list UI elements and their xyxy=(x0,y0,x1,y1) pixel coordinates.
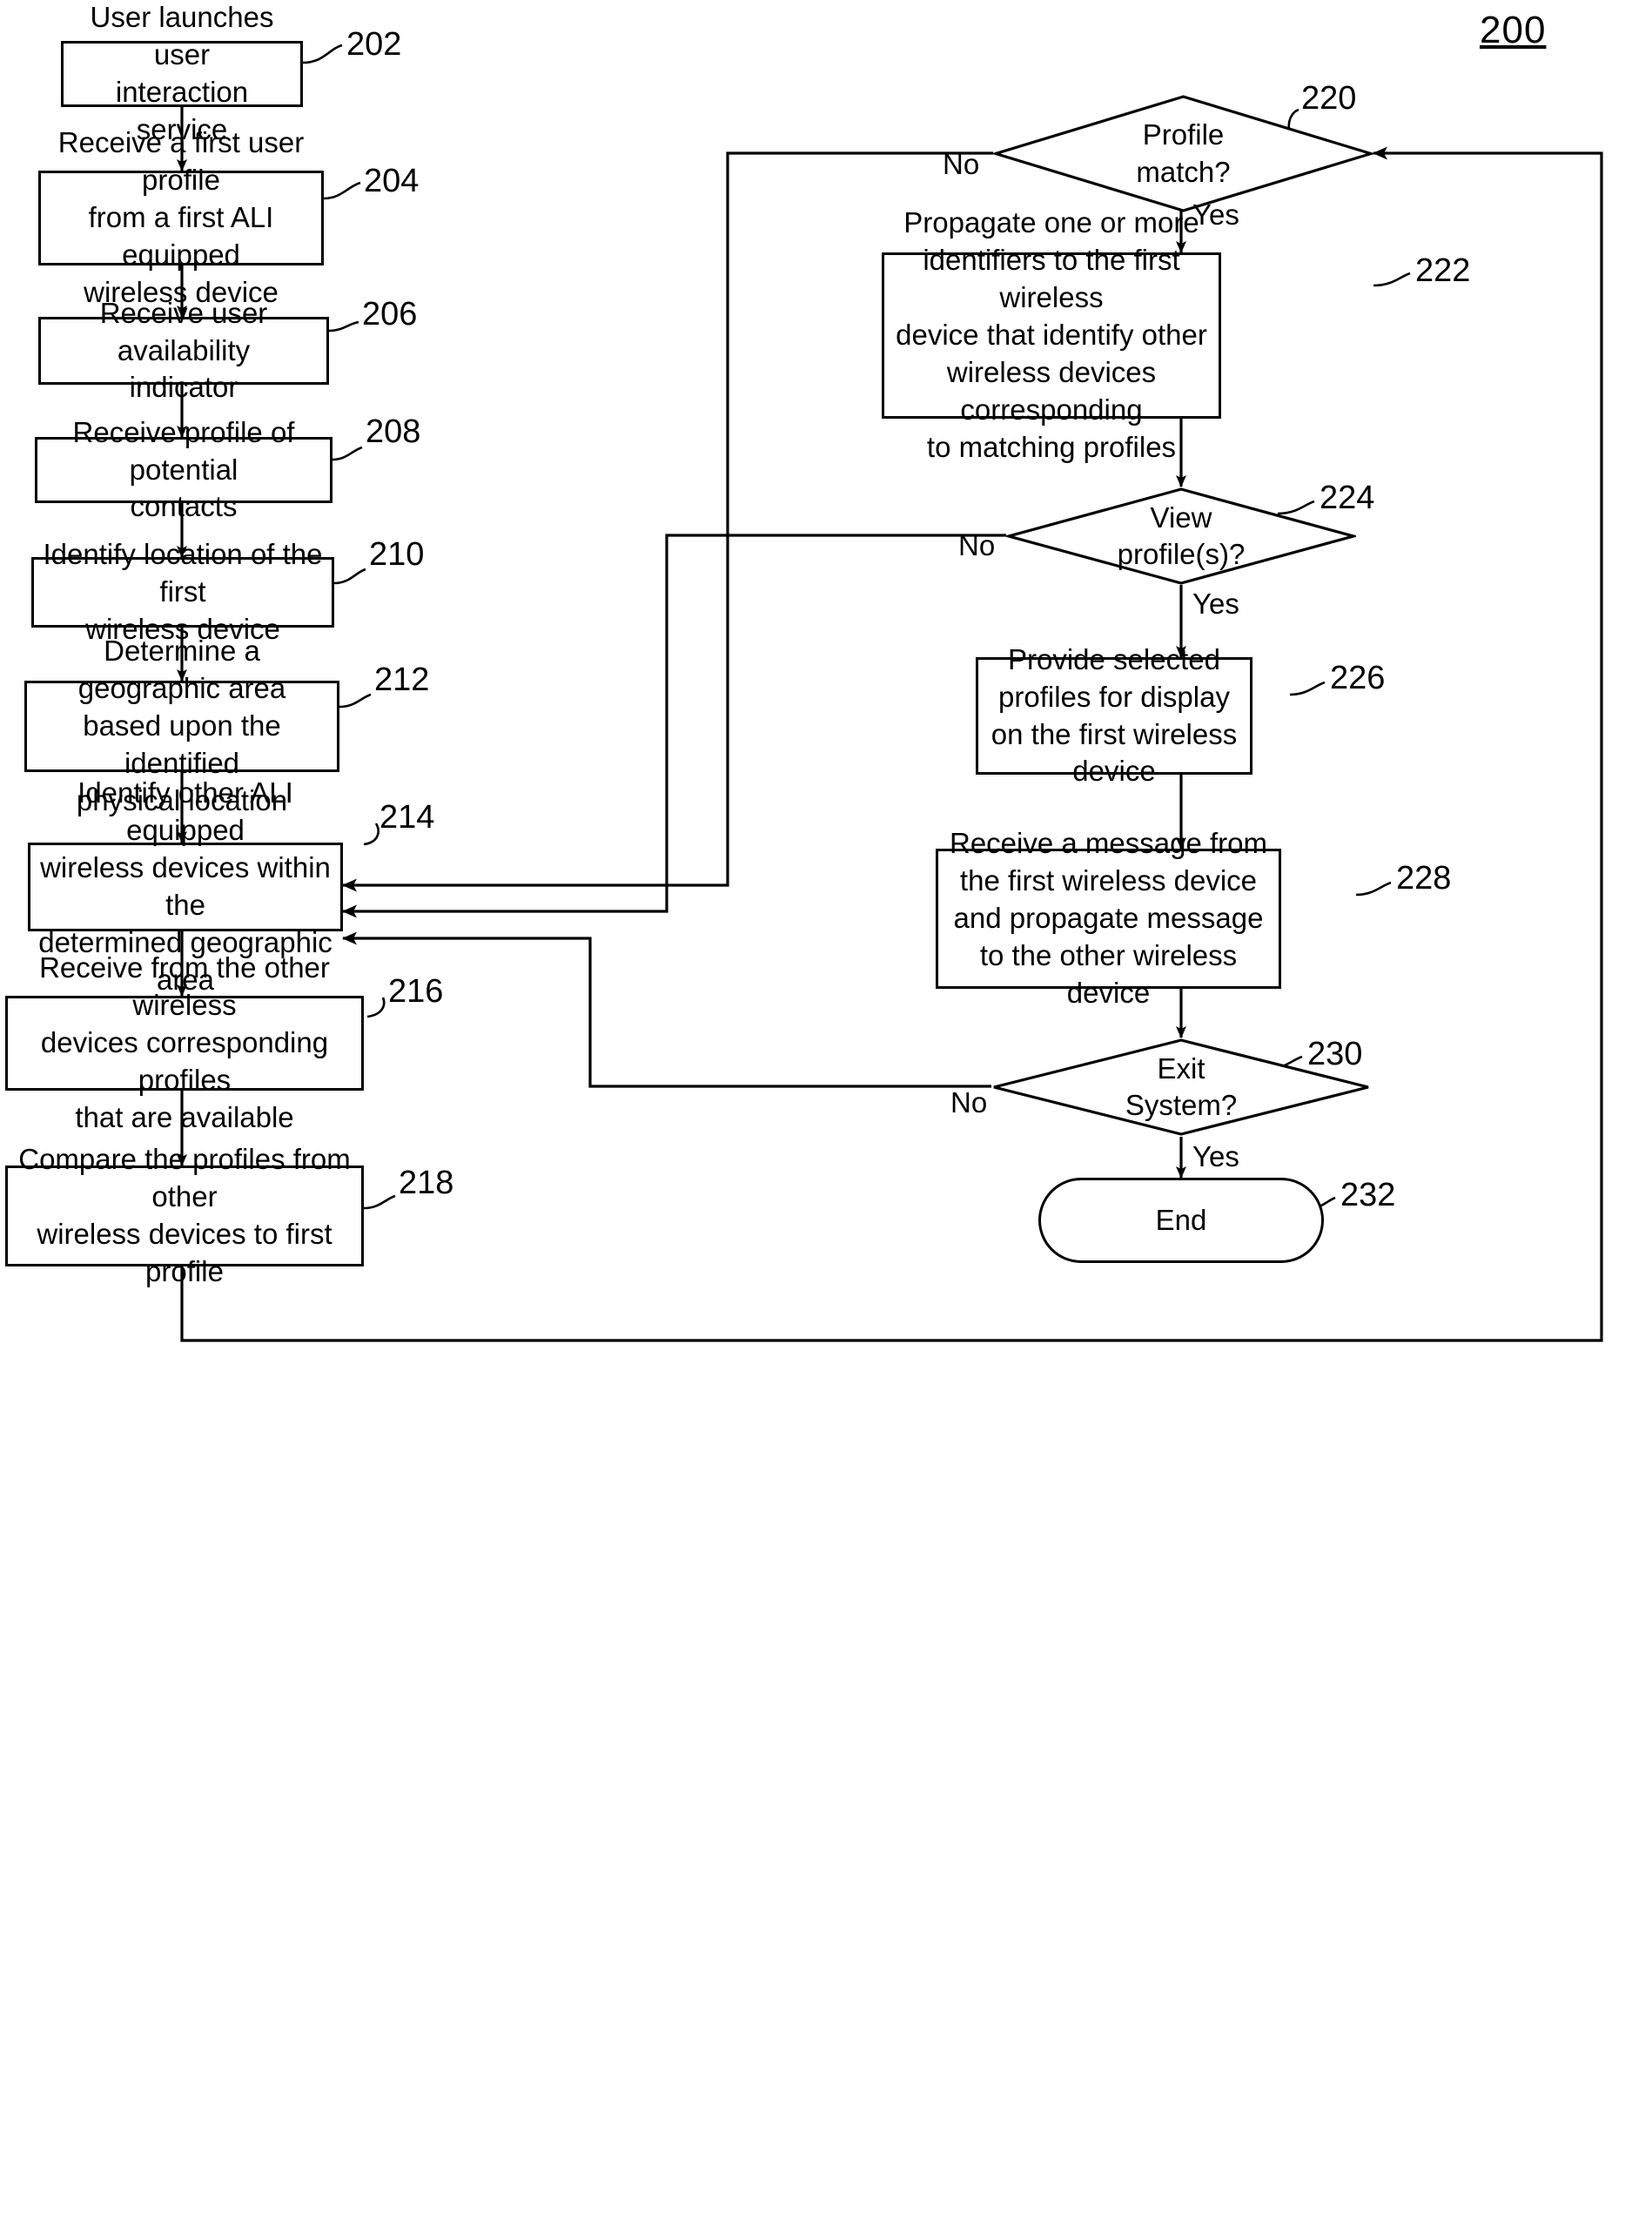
flow-node-210-label: Identify location of the first wireless … xyxy=(43,538,323,645)
ref-number-214: 214 xyxy=(379,799,435,836)
edge-label-view-profiles-no: No xyxy=(958,529,996,561)
ref-number-208: 208 xyxy=(366,413,421,450)
flow-node-214[interactable]: Identify other ALI equipped wireless dev… xyxy=(28,776,343,996)
flow-node-226[interactable]: Provide selected profiles for display on… xyxy=(976,643,1252,787)
flow-node-216-label: Receive from the other wireless devices … xyxy=(39,951,330,1133)
ref-number-212: 212 xyxy=(374,662,430,698)
edge-label-exit-system-yes: Yes xyxy=(1192,1140,1239,1172)
flow-node-232-label: End xyxy=(1155,1204,1207,1236)
ref-number-206: 206 xyxy=(362,296,418,333)
flow-node-226-label: Provide selected profiles for display on… xyxy=(991,642,1238,788)
flow-node-218[interactable]: Compare the profiles from other wireless… xyxy=(5,1143,364,1287)
ref-number-202: 202 xyxy=(346,26,402,63)
ref-number-220: 220 xyxy=(1301,80,1357,117)
edge-label-exit-system-no: No xyxy=(950,1086,988,1118)
ref-number-224: 224 xyxy=(1320,480,1375,516)
flow-node-232[interactable]: End xyxy=(1038,1178,1324,1263)
flow-node-208[interactable]: Receive profile of potential contacts xyxy=(35,416,332,522)
flow-node-210[interactable]: Identify location of the first wireless … xyxy=(31,538,334,645)
flow-node-222[interactable]: Propagate one or more identifiers to the… xyxy=(882,206,1221,463)
ref-number-228: 228 xyxy=(1396,860,1452,897)
ref-number-216: 216 xyxy=(388,973,444,1010)
flow-node-228[interactable]: Receive a message from the first wireles… xyxy=(936,827,1281,1009)
flow-node-212[interactable]: Determine a geographic area based upon t… xyxy=(24,635,339,816)
flow-node-224[interactable]: View profile(s)? xyxy=(1003,487,1360,586)
flow-node-218-label: Compare the profiles from other wireless… xyxy=(18,1143,351,1287)
flow-node-228-label: Receive a message from the first wireles… xyxy=(950,827,1267,1009)
diamond-shape-224 xyxy=(1003,487,1360,585)
flow-node-204[interactable]: Receive a first user profile from a firs… xyxy=(38,126,324,308)
figure-canvas: 200 User launches user interaction servi… xyxy=(0,0,1652,2237)
flow-node-204-label: Receive a first user profile from a firs… xyxy=(57,126,305,308)
edge-label-profile-match-yes: Yes xyxy=(1192,198,1239,231)
figure-number: 200 xyxy=(1480,9,1547,51)
ref-number-232: 232 xyxy=(1340,1177,1396,1213)
edge-label-view-profiles-yes: Yes xyxy=(1192,588,1239,620)
edge-label-profile-match-no: No xyxy=(943,148,980,180)
flow-node-206-label: Receive user availability indicator xyxy=(99,296,268,404)
flow-node-222-label: Propagate one or more identifiers to the… xyxy=(896,206,1207,463)
flow-node-216[interactable]: Receive from the other wireless devices … xyxy=(5,951,364,1133)
ref-number-210: 210 xyxy=(369,536,425,573)
flow-node-206[interactable]: Receive user availability indicator xyxy=(38,297,329,403)
ref-number-204: 204 xyxy=(364,163,420,199)
flow-node-202[interactable]: User launches user interaction service xyxy=(61,1,303,145)
flow-node-208-label: Receive profile of potential contacts xyxy=(72,415,295,523)
ref-number-218: 218 xyxy=(399,1165,454,1201)
ref-number-226: 226 xyxy=(1330,660,1386,696)
ref-number-222: 222 xyxy=(1415,252,1471,289)
ref-number-230: 230 xyxy=(1307,1036,1363,1072)
